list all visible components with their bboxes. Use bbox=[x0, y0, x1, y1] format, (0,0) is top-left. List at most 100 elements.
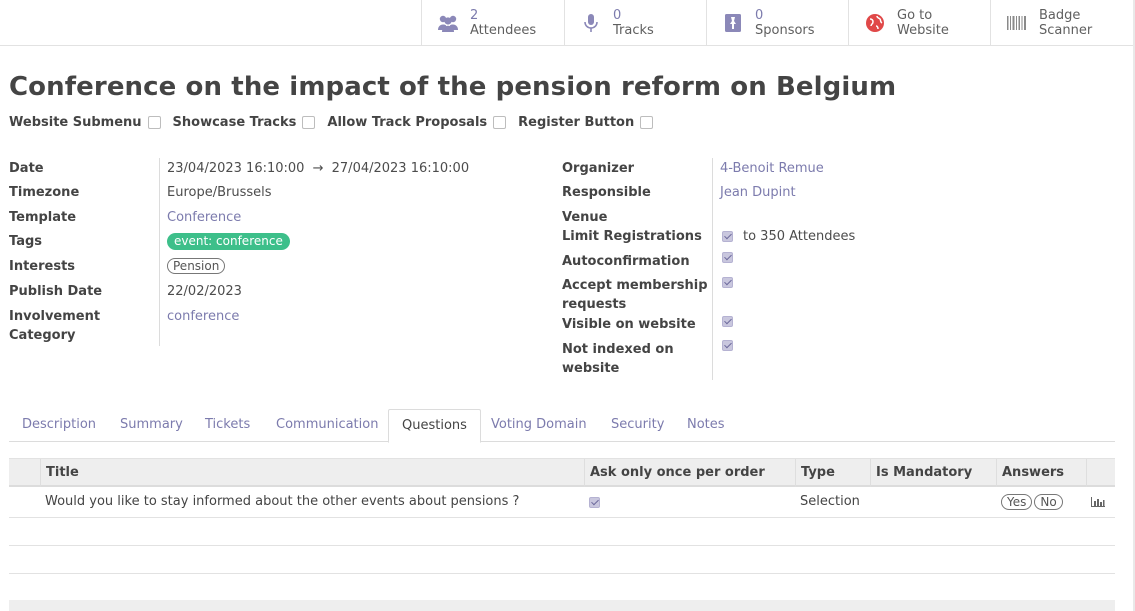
showcase-tracks-checkbox[interactable] bbox=[302, 116, 316, 129]
table-header: Title Ask only once per order Type Is Ma… bbox=[9, 458, 1115, 487]
ask-once-checkbox[interactable] bbox=[589, 497, 600, 508]
limit-registrations-value: to 350 Attendees bbox=[722, 227, 855, 246]
tracks-label: Tracks bbox=[613, 23, 654, 38]
visible-on-website-checkbox[interactable] bbox=[722, 316, 733, 327]
left-group-separator bbox=[159, 158, 160, 346]
flag-register-button: Register Button bbox=[518, 115, 654, 130]
limit-registrations-text[interactable]: to 350 Attendees bbox=[743, 227, 855, 246]
smart-button-bar: 2 Attendees 0 Tracks 0 Sponsors Go to Websit… bbox=[0, 0, 1135, 46]
tab-notes[interactable]: Notes bbox=[674, 409, 738, 442]
right-field-group: Organizer 4-Benoit Remue Responsible Jea… bbox=[562, 158, 1112, 383]
ask-once-cell bbox=[584, 488, 600, 517]
date-start: 23/04/2023 16:10:00 bbox=[167, 161, 305, 176]
not-indexed-line1: Not indexed on bbox=[562, 342, 674, 357]
accept-membership-line2: requests bbox=[562, 297, 627, 312]
users-icon bbox=[438, 15, 458, 32]
table-row[interactable]: Would you like to stay informed about th… bbox=[9, 488, 1115, 518]
tab-voting-domain[interactable]: Voting Domain bbox=[478, 409, 600, 442]
flag-showcase-tracks-label: Showcase Tracks bbox=[172, 115, 297, 130]
publish-date-value[interactable]: 22/02/2023 bbox=[167, 282, 242, 301]
accept-membership-value bbox=[722, 277, 733, 288]
visible-on-website-label: Visible on website bbox=[562, 317, 696, 332]
visible-on-website-value bbox=[722, 316, 733, 327]
column-type[interactable]: Type bbox=[795, 459, 870, 487]
responsible-label: Responsible bbox=[562, 185, 651, 200]
register-button-checkbox[interactable] bbox=[640, 116, 654, 129]
accept-membership-label: Accept membership requests bbox=[562, 276, 708, 314]
autoconfirmation-label: Autoconfirmation bbox=[562, 254, 690, 269]
involvement-label-line2: Category bbox=[9, 328, 76, 343]
involvement-label-line1: Involvement bbox=[9, 309, 101, 324]
question-is-mandatory bbox=[870, 488, 875, 517]
answer-tag-no[interactable]: No bbox=[1034, 493, 1063, 510]
organizer-link[interactable]: 4-Benoit Remue bbox=[720, 159, 824, 178]
empty-row bbox=[9, 546, 1115, 574]
attendees-button[interactable]: 2 Attendees bbox=[421, 0, 564, 46]
sponsors-button[interactable]: 0 Sponsors bbox=[706, 0, 849, 46]
timezone-value[interactable]: Europe/Brussels bbox=[167, 183, 272, 202]
template-link[interactable]: Conference bbox=[167, 208, 241, 227]
badge-label-line1: Badge bbox=[1039, 8, 1081, 23]
accept-membership-checkbox[interactable] bbox=[722, 277, 733, 288]
interests-label: Interests bbox=[9, 259, 76, 274]
tags-value: event: conference bbox=[167, 232, 290, 251]
allow-track-proposals-checkbox[interactable] bbox=[493, 116, 507, 129]
limit-registrations-label: Limit Registrations bbox=[562, 229, 702, 244]
flag-allow-track-proposals: Allow Track Proposals bbox=[327, 115, 507, 130]
tracks-button[interactable]: 0 Tracks bbox=[564, 0, 707, 46]
barcode-icon bbox=[1007, 16, 1026, 30]
not-indexed-checkbox[interactable] bbox=[722, 340, 733, 351]
tab-description[interactable]: Description bbox=[9, 409, 109, 442]
right-group-separator bbox=[712, 158, 713, 380]
not-indexed-value bbox=[722, 340, 733, 351]
column-answers[interactable]: Answers bbox=[996, 459, 1086, 487]
answers-cell: Yes No bbox=[996, 488, 1065, 517]
left-field-group: Date 23/04/2023 16:10:00 → 27/04/2023 16… bbox=[9, 158, 549, 348]
microphone-icon bbox=[584, 14, 598, 32]
template-label: Template bbox=[9, 210, 77, 225]
flag-website-submenu: Website Submenu bbox=[9, 115, 161, 130]
date-range[interactable]: 23/04/2023 16:10:00 → 27/04/2023 16:10:0… bbox=[167, 159, 469, 178]
tags-label: Tags bbox=[9, 234, 43, 249]
column-title[interactable]: Title bbox=[40, 459, 588, 487]
bar-chart-icon bbox=[1091, 496, 1105, 507]
tab-security[interactable]: Security bbox=[598, 409, 677, 442]
tag-event-conference[interactable]: event: conference bbox=[167, 233, 290, 250]
tab-communication[interactable]: Communication bbox=[263, 409, 391, 442]
limit-registrations-checkbox[interactable] bbox=[722, 231, 733, 242]
interest-tag-pension[interactable]: Pension bbox=[167, 258, 226, 274]
organizer-label: Organizer bbox=[562, 161, 635, 176]
badge-label-line2: Scanner bbox=[1039, 23, 1093, 38]
timezone-label: Timezone bbox=[9, 185, 80, 200]
globe-icon bbox=[866, 14, 884, 32]
not-indexed-line2: website bbox=[562, 361, 620, 376]
responsible-link[interactable]: Jean Dupint bbox=[720, 183, 796, 202]
tab-tickets[interactable]: Tickets bbox=[192, 409, 263, 442]
question-title[interactable]: Would you like to stay informed about th… bbox=[40, 488, 519, 517]
question-type: Selection bbox=[800, 494, 860, 509]
statistics-button[interactable] bbox=[1086, 488, 1106, 517]
accept-membership-line1: Accept membership bbox=[562, 278, 708, 293]
table-footer bbox=[9, 600, 1115, 611]
autoconfirmation-value bbox=[722, 252, 733, 263]
website-submenu-checkbox[interactable] bbox=[147, 116, 161, 129]
involvement-category-link[interactable]: conference bbox=[167, 307, 239, 326]
attendees-label: Attendees bbox=[470, 23, 537, 38]
flag-allow-track-proposals-label: Allow Track Proposals bbox=[327, 115, 488, 130]
event-title[interactable]: Conference on the impact of the pension … bbox=[9, 72, 896, 102]
go-to-website-button[interactable]: Go to Website bbox=[848, 0, 991, 46]
autoconfirmation-checkbox[interactable] bbox=[722, 252, 733, 263]
tab-questions[interactable]: Questions bbox=[388, 409, 481, 443]
flag-showcase-tracks: Showcase Tracks bbox=[173, 115, 316, 130]
arrow-right-icon: → bbox=[312, 161, 324, 176]
sponsors-label: Sponsors bbox=[755, 23, 815, 38]
involvement-category-label: Involvement Category bbox=[9, 307, 100, 345]
column-ask-once[interactable]: Ask only once per order bbox=[584, 459, 796, 487]
column-is-mandatory[interactable]: Is Mandatory bbox=[870, 459, 997, 487]
column-actions bbox=[1086, 459, 1115, 487]
tab-summary[interactable]: Summary bbox=[107, 409, 196, 442]
interests-value: Pension bbox=[167, 257, 226, 276]
badge-scanner-button[interactable]: Badge Scanner bbox=[990, 0, 1133, 46]
go-to-label-line2: Website bbox=[897, 23, 949, 38]
answer-tag-yes[interactable]: Yes bbox=[1001, 493, 1033, 510]
